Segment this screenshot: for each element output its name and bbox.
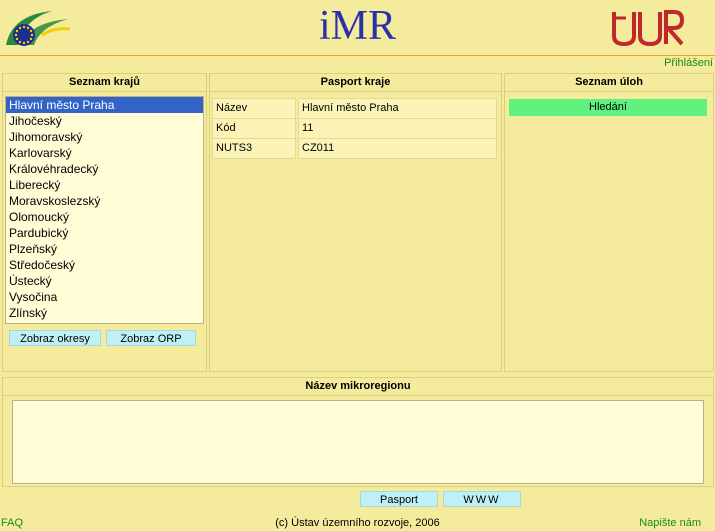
region-list-item[interactable]: Moravskoslezský — [6, 193, 203, 209]
passport-button[interactable]: Pasport — [360, 491, 438, 507]
www-button[interactable]: WWW — [443, 491, 521, 507]
passport-value: CZ011 — [298, 138, 497, 159]
search-task-button[interactable]: Hledání — [509, 99, 707, 116]
passport-key: Kód — [212, 118, 296, 139]
region-list-item[interactable]: Hlavní město Praha — [6, 97, 203, 113]
tasks-panel: Seznam úloh — [504, 73, 714, 372]
copyright-text: (c) Ústav územního rozvoje, 2006 — [275, 517, 440, 529]
microregion-panel-heading: Název mikroregionu — [3, 378, 713, 396]
show-districts-button[interactable]: Zobraz okresy — [9, 330, 101, 346]
microregion-textarea[interactable] — [12, 400, 704, 484]
region-list-item[interactable]: Liberecký — [6, 177, 203, 193]
contact-link[interactable]: Napište nám — [639, 515, 701, 531]
regions-panel-heading: Seznam krajů — [3, 74, 206, 92]
login-row: Přihlášení — [0, 56, 715, 70]
region-list-item[interactable]: Jihomoravský — [6, 129, 203, 145]
region-list[interactable]: Hlavní město Praha Jihočeský Jihomoravský K… — [5, 96, 204, 324]
uur-logo-icon — [610, 8, 685, 47]
region-list-item[interactable]: Ústecký — [6, 273, 203, 289]
region-list-item[interactable]: Středočeský — [6, 257, 203, 273]
passport-value: Hlavní město Praha — [298, 98, 497, 119]
region-list-item[interactable]: Olomoucký — [6, 209, 203, 225]
region-list-item[interactable]: Zlínský — [6, 305, 203, 321]
region-list-item[interactable]: Pardubický — [6, 225, 203, 241]
passport-key: Název — [212, 98, 296, 119]
faq-link[interactable]: FAQ — [1, 515, 23, 531]
region-list-item[interactable]: Karlovarský — [6, 145, 203, 161]
region-list-item[interactable]: Královéhradecký — [6, 161, 203, 177]
show-orp-button[interactable]: Zobraz ORP — [106, 330, 196, 346]
footer: (c) Ústav územního rozvoje, 2006 FAQ Nap… — [0, 515, 715, 531]
app-title: iMR — [318, 3, 397, 49]
passport-key: NUTS3 — [212, 138, 296, 159]
passport-panel-heading: Pasport kraje — [210, 74, 501, 92]
region-list-item[interactable]: Vysočina — [6, 289, 203, 305]
login-link[interactable]: Přihlášení — [664, 56, 713, 70]
region-list-item[interactable]: Jihočeský — [6, 113, 203, 129]
passport-value: 11 — [298, 118, 497, 139]
tasks-panel-heading: Seznam úloh — [505, 74, 713, 92]
region-list-item[interactable]: Plzeňský — [6, 241, 203, 257]
